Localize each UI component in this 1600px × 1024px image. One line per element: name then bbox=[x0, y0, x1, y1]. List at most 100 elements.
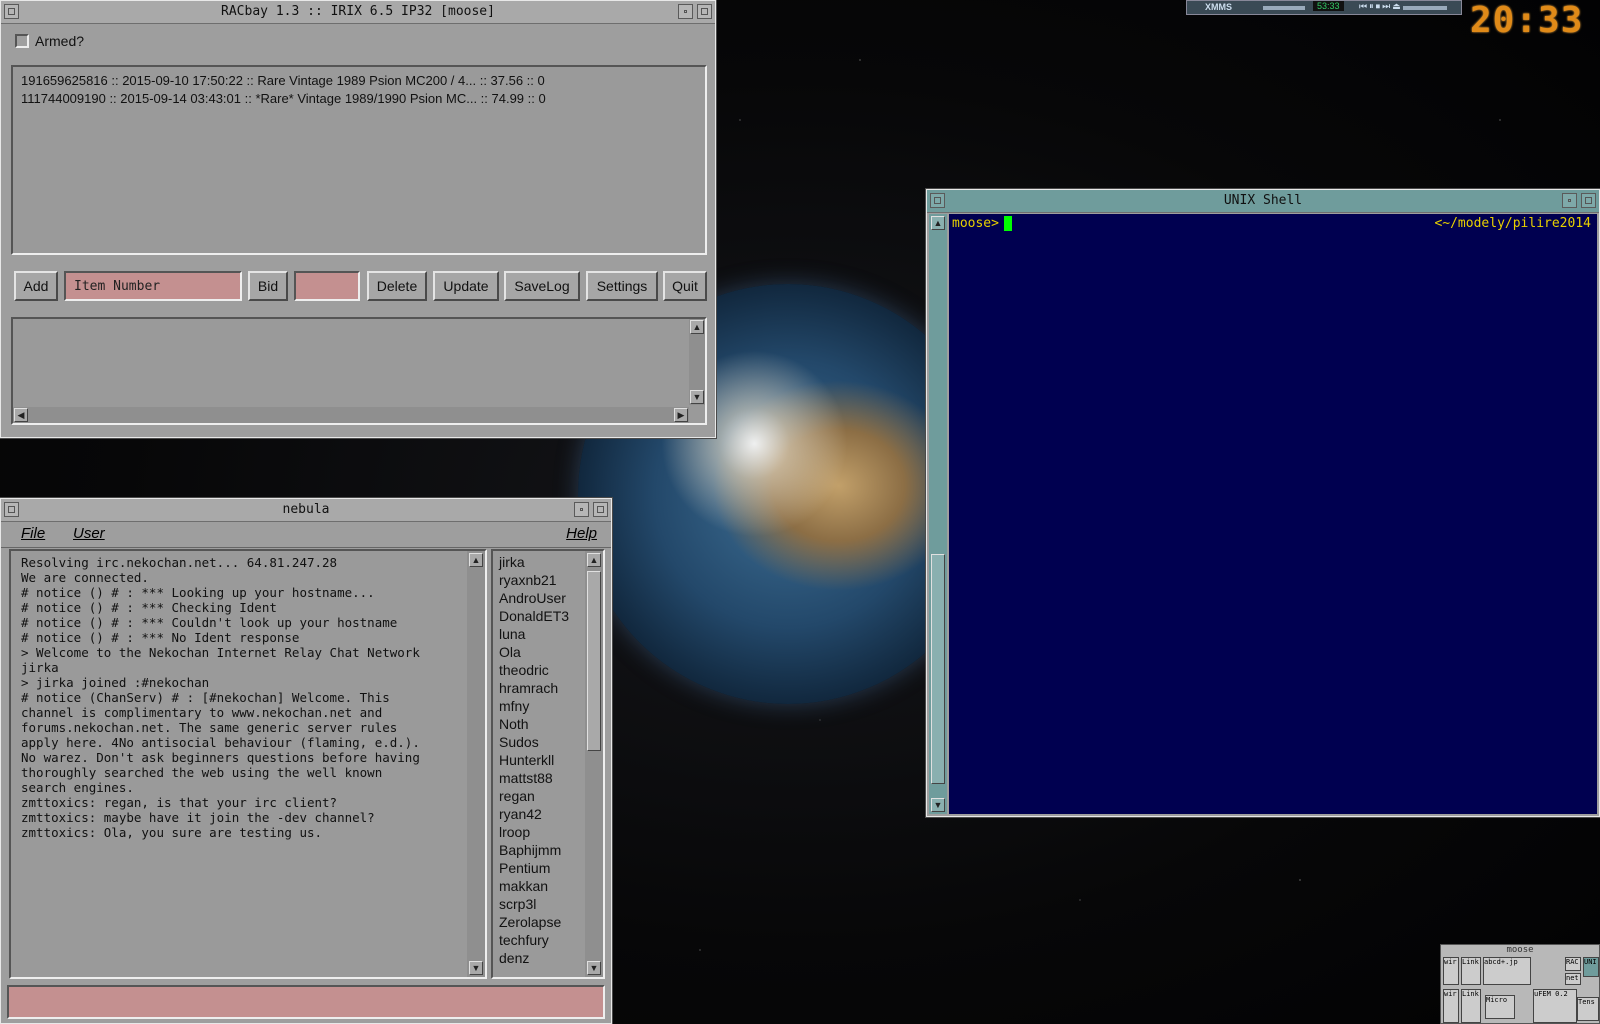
nebula-titlebar[interactable]: nebula bbox=[1, 499, 611, 522]
chat-log[interactable]: Resolving irc.nekochan.net... 64.81.247.… bbox=[9, 549, 487, 979]
minimize-button[interactable] bbox=[678, 4, 693, 19]
user-list-item[interactable]: regan bbox=[499, 787, 597, 805]
pager-window[interactable]: RAC bbox=[1565, 957, 1581, 971]
user-list-scrollbar[interactable]: ▲ ▼ bbox=[585, 551, 603, 977]
shell-scrollbar[interactable]: ▲ ▼ bbox=[929, 214, 947, 814]
user-list-item[interactable]: luna bbox=[499, 625, 597, 643]
minimize-button[interactable] bbox=[1562, 193, 1577, 208]
user-list-item[interactable]: scrp3l bbox=[499, 895, 597, 913]
pager-window[interactable]: net bbox=[1565, 973, 1581, 985]
scrollbar-thumb[interactable] bbox=[931, 554, 945, 784]
maximize-button[interactable] bbox=[593, 502, 608, 517]
user-list-item[interactable]: ryaxnb21 bbox=[499, 571, 597, 589]
armed-checkbox[interactable] bbox=[15, 34, 29, 48]
auction-list[interactable]: 191659625816 :: 2015-09-10 17:50:22 :: R… bbox=[11, 65, 707, 255]
auction-item[interactable]: 191659625816 :: 2015-09-10 17:50:22 :: R… bbox=[21, 72, 697, 90]
user-list-item[interactable]: Hunterkll bbox=[499, 751, 597, 769]
user-list-item[interactable]: mfny bbox=[499, 697, 597, 715]
scroll-up-arrow-icon[interactable]: ▲ bbox=[587, 553, 601, 567]
user-list-item[interactable]: jirka bbox=[499, 553, 597, 571]
scroll-left-arrow-icon[interactable]: ◀ bbox=[14, 408, 28, 422]
chat-line: apply here. 4No antisocial behaviour (fl… bbox=[21, 735, 420, 750]
scroll-down-arrow-icon[interactable]: ▼ bbox=[931, 798, 945, 812]
pager-window[interactable]: Link bbox=[1461, 957, 1481, 985]
chat-line: # notice () # : *** Looking up your host… bbox=[21, 585, 375, 600]
chat-line: We are connected. bbox=[21, 570, 149, 585]
scroll-up-arrow-icon[interactable]: ▲ bbox=[469, 553, 483, 567]
user-list-item[interactable]: theodric bbox=[499, 661, 597, 679]
pager-window[interactable]: wir bbox=[1443, 957, 1459, 985]
user-list-item[interactable]: Noth bbox=[499, 715, 597, 733]
desktop-pager[interactable]: moose wir Link abcd+.jp RAC UNI net wir … bbox=[1440, 944, 1600, 1024]
chat-line: zmttoxics: Ola, you sure are testing us. bbox=[21, 825, 323, 840]
user-list-item[interactable]: Zerolapse bbox=[499, 913, 597, 931]
quit-button[interactable]: Quit bbox=[663, 271, 707, 301]
chat-line: search engines. bbox=[21, 780, 134, 795]
chat-input[interactable] bbox=[7, 985, 605, 1019]
minimize-button[interactable] bbox=[574, 502, 589, 517]
scroll-down-arrow-icon[interactable]: ▼ bbox=[690, 390, 704, 404]
item-number-input[interactable]: Item Number bbox=[64, 271, 242, 301]
chat-line: > Welcome to the Nekochan Internet Relay… bbox=[21, 645, 420, 660]
scroll-up-arrow-icon[interactable]: ▲ bbox=[690, 320, 704, 334]
window-title: UNIX Shell bbox=[1223, 193, 1303, 208]
user-list-item[interactable]: mattst88 bbox=[499, 769, 597, 787]
terminal[interactable]: moose> <~/modely/pilire2014 bbox=[949, 214, 1597, 814]
scrollbar-thumb[interactable] bbox=[587, 571, 601, 751]
pager-window[interactable]: Link bbox=[1461, 989, 1481, 1023]
scroll-up-arrow-icon[interactable]: ▲ bbox=[931, 216, 945, 230]
chat-line: jirka bbox=[21, 660, 59, 675]
user-list-item[interactable]: hramrach bbox=[499, 679, 597, 697]
delete-button[interactable]: Delete bbox=[367, 271, 427, 301]
pager-window[interactable]: abcd+.jp bbox=[1483, 957, 1531, 985]
chat-line: # notice () # : *** No Ident response bbox=[21, 630, 300, 645]
xmms-controls-icon[interactable]: ⏮⏸⏹⏭⏏ bbox=[1359, 1, 1403, 12]
scroll-right-arrow-icon[interactable]: ▶ bbox=[674, 408, 688, 422]
user-list-item[interactable]: DonaldET3 bbox=[499, 607, 597, 625]
pager-window[interactable]: UNI bbox=[1583, 957, 1599, 977]
maximize-button[interactable] bbox=[697, 4, 712, 19]
log-horizontal-scrollbar[interactable]: ◀ ▶ bbox=[13, 407, 689, 423]
racbay-titlebar[interactable]: RACbay 1.3 :: IRIX 6.5 IP32 [moose] bbox=[1, 1, 715, 24]
menu-help[interactable]: Help bbox=[566, 525, 597, 542]
shell-titlebar[interactable]: UNIX Shell bbox=[927, 190, 1599, 213]
pager-window[interactable]: Micro bbox=[1485, 995, 1515, 1019]
chat-line: # notice () # : *** Couldn't look up you… bbox=[21, 615, 398, 630]
user-list-item[interactable]: Sudos bbox=[499, 733, 597, 751]
menu-user[interactable]: User bbox=[73, 525, 105, 542]
maximize-button[interactable] bbox=[1581, 193, 1596, 208]
user-list-item[interactable]: ryan42 bbox=[499, 805, 597, 823]
bid-button[interactable]: Bid bbox=[248, 271, 288, 301]
chat-line: No warez. Don't ask beginners questions … bbox=[21, 750, 420, 765]
user-list-item[interactable]: makkan bbox=[499, 877, 597, 895]
pager-window[interactable]: uFEM 0.2 bbox=[1533, 989, 1577, 1023]
menu-file[interactable]: File bbox=[21, 525, 45, 542]
chat-line: forums.nekochan.net. The same generic se… bbox=[21, 720, 398, 735]
user-list-item[interactable]: Pentium bbox=[499, 859, 597, 877]
scroll-down-arrow-icon[interactable]: ▼ bbox=[469, 961, 483, 975]
user-list-item[interactable]: AndroUser bbox=[499, 589, 597, 607]
chat-line: channel is complimentary to www.nekochan… bbox=[21, 705, 383, 720]
bid-amount-input[interactable] bbox=[294, 271, 360, 301]
xmms-volume-slider[interactable] bbox=[1263, 6, 1305, 10]
log-vertical-scrollbar[interactable]: ▲ ▼ bbox=[689, 319, 705, 405]
scroll-down-arrow-icon[interactable]: ▼ bbox=[587, 961, 601, 975]
pager-window[interactable]: Tens bbox=[1577, 997, 1599, 1021]
user-list-item[interactable]: Ola bbox=[499, 643, 597, 661]
auction-item[interactable]: 111744009190 :: 2015-09-14 03:43:01 :: *… bbox=[21, 90, 697, 108]
user-list-item[interactable]: denz bbox=[499, 949, 597, 967]
pager-window[interactable]: wir bbox=[1443, 989, 1459, 1023]
chat-line: # notice () # : *** Checking Ident bbox=[21, 600, 277, 615]
settings-button[interactable]: Settings bbox=[586, 271, 658, 301]
xmms-player[interactable]: XMMS 53:33 ⏮⏸⏹⏭⏏ bbox=[1186, 0, 1462, 15]
chat-log-scrollbar[interactable]: ▲ ▼ bbox=[467, 551, 485, 977]
user-list-item[interactable]: techfury bbox=[499, 931, 597, 949]
add-button[interactable]: Add bbox=[14, 271, 58, 301]
minimize-icon bbox=[1568, 199, 1571, 202]
savelog-button[interactable]: SaveLog bbox=[504, 271, 580, 301]
user-list-item[interactable]: lroop bbox=[499, 823, 597, 841]
xmms-seek-slider[interactable] bbox=[1403, 6, 1447, 10]
update-button[interactable]: Update bbox=[433, 271, 499, 301]
user-list-item[interactable]: Baphijmm bbox=[499, 841, 597, 859]
pager-label: moose bbox=[1506, 945, 1534, 955]
